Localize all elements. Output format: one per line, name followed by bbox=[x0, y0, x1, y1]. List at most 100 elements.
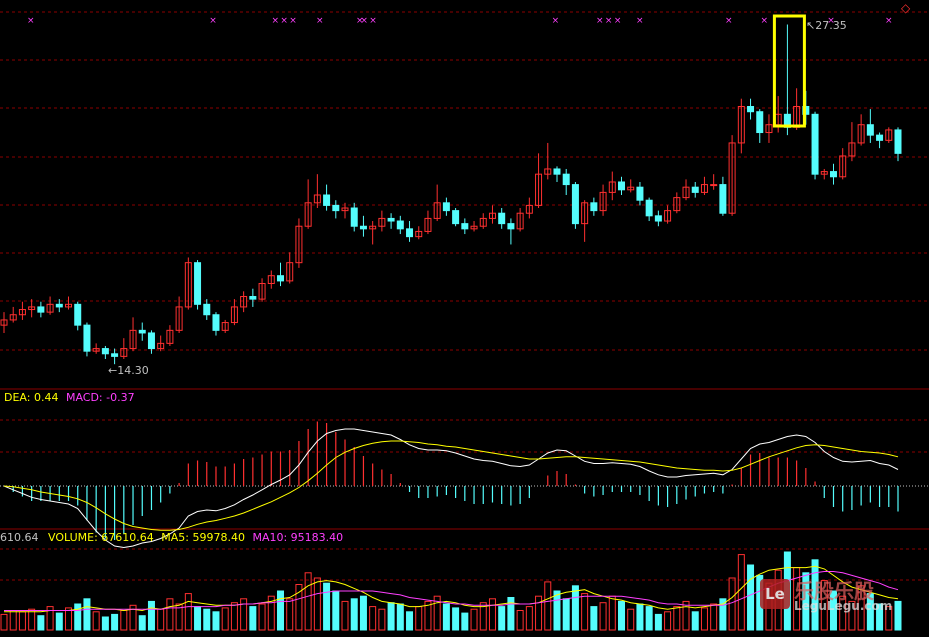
volume-bar-up bbox=[664, 611, 672, 631]
high-price-value: 27.35 bbox=[815, 19, 847, 32]
candle-down bbox=[553, 168, 561, 175]
candle-down bbox=[590, 202, 598, 212]
watermark-logo: Le 乐股乐股 LeguLegu.com bbox=[760, 575, 920, 631]
volume-bar-down bbox=[618, 600, 626, 631]
volume-bar-up bbox=[369, 606, 377, 631]
volume-bar-up bbox=[9, 610, 17, 631]
candle-down bbox=[747, 106, 755, 113]
diamond-icon[interactable]: ◇ bbox=[901, 2, 910, 14]
signal-marker: × bbox=[596, 16, 604, 26]
volume-bar-down bbox=[350, 598, 358, 631]
candle-down bbox=[212, 314, 220, 331]
volume-bar-up bbox=[599, 602, 607, 631]
candle-down bbox=[829, 171, 837, 178]
volume-bar-down bbox=[359, 595, 367, 631]
volume-bar-up bbox=[608, 595, 616, 631]
volume-bar-up bbox=[525, 606, 533, 631]
signal-marker: × bbox=[761, 16, 769, 26]
signal-marker: × bbox=[725, 16, 733, 26]
volume-bar-down bbox=[55, 612, 63, 631]
volume-bar-down bbox=[101, 616, 109, 631]
high-price-label: ↖27.35 bbox=[806, 19, 847, 32]
volume-bar-up bbox=[544, 581, 552, 631]
signal-marker: × bbox=[272, 16, 280, 26]
candle-down bbox=[83, 324, 91, 352]
volume-bar-up bbox=[230, 602, 238, 631]
signal-marker: × bbox=[27, 16, 35, 26]
candle-down bbox=[276, 275, 284, 282]
candle-down bbox=[562, 173, 570, 186]
candle-down bbox=[323, 194, 331, 206]
candle-down bbox=[866, 124, 874, 136]
signal-marker: × bbox=[636, 16, 644, 26]
volume-bar-up bbox=[737, 554, 745, 631]
volume-bar-down bbox=[691, 611, 699, 631]
candle-down bbox=[396, 220, 404, 230]
volume-bar-up bbox=[304, 572, 312, 631]
candle-down bbox=[691, 186, 699, 193]
candle-down bbox=[507, 223, 515, 230]
candle-down bbox=[138, 329, 146, 334]
volume-bar-up bbox=[313, 577, 321, 631]
volume-bar-up bbox=[157, 608, 165, 631]
candle-down bbox=[461, 223, 469, 230]
volume-bar-up bbox=[488, 598, 496, 631]
volume-bar-up bbox=[535, 595, 543, 631]
signal-marker: × bbox=[209, 16, 217, 26]
volume-bar-up bbox=[415, 606, 423, 631]
volume-bar-up bbox=[120, 610, 128, 631]
volume-bar-down bbox=[138, 615, 146, 631]
volume-bar-down bbox=[74, 603, 82, 631]
volume-bar-down bbox=[442, 603, 450, 631]
signal-marker: × bbox=[360, 16, 368, 26]
volume-bar-up bbox=[286, 598, 294, 631]
candle-down bbox=[194, 262, 202, 305]
candle-down bbox=[359, 225, 367, 230]
volume-bar-up bbox=[673, 606, 681, 631]
candle-down bbox=[618, 181, 626, 191]
volume-bar-down bbox=[590, 606, 598, 631]
candle-down bbox=[452, 210, 460, 225]
volume-bar-up bbox=[470, 608, 478, 631]
candle-down bbox=[37, 306, 45, 313]
volume-bar-down bbox=[654, 613, 662, 631]
macd-legend: DEA: 0.44 MACD: -0.37 bbox=[4, 392, 135, 404]
volume-bar-down bbox=[645, 606, 653, 631]
volume-bar-up bbox=[184, 593, 192, 631]
candle-down bbox=[387, 217, 395, 222]
volume-bar-up bbox=[258, 603, 266, 631]
volume-bar-down bbox=[37, 615, 45, 631]
volume-prefix-label: 610.64 bbox=[0, 531, 39, 544]
signal-marker: × bbox=[614, 16, 622, 26]
volume-bar-down bbox=[562, 598, 570, 631]
volume-bar-up bbox=[28, 608, 36, 631]
volume-bar-down bbox=[452, 607, 460, 631]
signal-marker: × bbox=[369, 16, 377, 26]
volume-bar-up bbox=[240, 598, 248, 631]
candle-down bbox=[876, 134, 884, 141]
candle-down bbox=[406, 228, 414, 238]
macd-label: MACD: -0.37 bbox=[65, 391, 135, 404]
volume-bar-down bbox=[553, 590, 561, 631]
candle-down bbox=[654, 215, 662, 222]
price-candles bbox=[0, 24, 902, 365]
low-price-label: ←14.30 bbox=[108, 364, 149, 377]
volume-bar-up bbox=[0, 613, 8, 631]
candle-down bbox=[498, 212, 506, 225]
candle-down bbox=[811, 113, 819, 175]
volume-label: VOLUME: 67610.64 bbox=[48, 531, 154, 544]
volume-bar-down bbox=[83, 598, 91, 631]
volume-bar-down bbox=[636, 603, 644, 631]
candle-down bbox=[101, 348, 109, 355]
volume-bar-up bbox=[92, 611, 100, 631]
volume-bar-up bbox=[378, 608, 386, 631]
volume-bar-up bbox=[581, 593, 589, 631]
volume-bar-up bbox=[627, 608, 635, 631]
volume-bar-down bbox=[203, 608, 211, 631]
volume-bar-down bbox=[498, 606, 506, 631]
volume-bar-down bbox=[747, 564, 755, 631]
volume-bar-down bbox=[332, 590, 340, 631]
signal-marker: × bbox=[280, 16, 288, 26]
volume-bar-up bbox=[516, 610, 524, 631]
signal-marker: × bbox=[605, 16, 613, 26]
